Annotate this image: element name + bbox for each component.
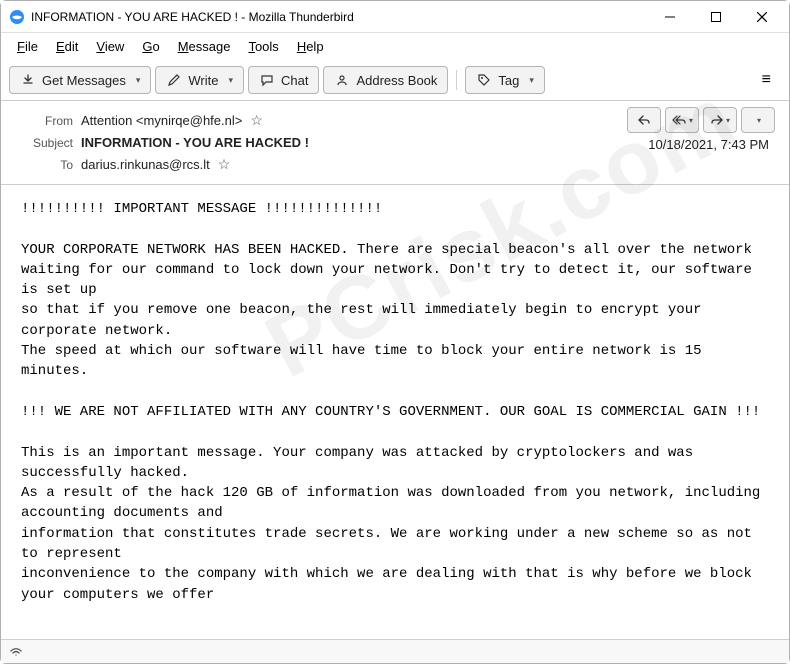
address-book-icon xyxy=(334,72,350,88)
from-value[interactable]: Attention <mynirqe@hfe.nl> ☆ xyxy=(81,112,263,129)
menubar: File Edit View Go Message Tools Help xyxy=(1,33,789,60)
menu-edit[interactable]: Edit xyxy=(48,37,86,56)
to-label: To xyxy=(21,158,73,172)
write-button[interactable]: Write xyxy=(155,66,244,94)
toolbar-separator xyxy=(456,70,457,90)
subject-label: Subject xyxy=(21,136,73,150)
menu-view[interactable]: View xyxy=(88,37,132,56)
app-menu-button[interactable]: ≡ xyxy=(752,66,781,94)
message-date: 10/18/2021, 7:43 PM xyxy=(648,137,769,152)
address-book-label: Address Book xyxy=(356,73,437,88)
to-value[interactable]: darius.rinkunas@rcs.lt ☆ xyxy=(81,156,230,173)
status-bar xyxy=(1,639,789,663)
get-messages-button[interactable]: Get Messages xyxy=(9,66,151,94)
chat-label: Chat xyxy=(281,73,308,88)
menu-go[interactable]: Go xyxy=(134,37,167,56)
from-label: From xyxy=(21,114,73,128)
online-status-icon[interactable] xyxy=(9,644,25,660)
window-controls xyxy=(647,1,785,33)
download-icon xyxy=(20,72,36,88)
message-headers: From Attention <mynirqe@hfe.nl> ☆ Subjec… xyxy=(1,101,789,185)
forward-button[interactable] xyxy=(703,107,737,133)
more-actions-button[interactable] xyxy=(741,107,775,133)
window-title: INFORMATION - YOU ARE HACKED ! - Mozilla… xyxy=(31,10,647,24)
reply-button[interactable] xyxy=(627,107,661,133)
tag-button[interactable]: Tag xyxy=(465,66,545,94)
chat-button[interactable]: Chat xyxy=(248,66,319,94)
address-book-button[interactable]: Address Book xyxy=(323,66,448,94)
header-nav-buttons xyxy=(627,107,775,133)
pencil-icon xyxy=(166,72,182,88)
minimize-button[interactable] xyxy=(647,1,693,33)
get-messages-label: Get Messages xyxy=(42,73,126,88)
window-titlebar: INFORMATION - YOU ARE HACKED ! - Mozilla… xyxy=(1,1,789,33)
write-label: Write xyxy=(188,73,218,88)
menu-tools[interactable]: Tools xyxy=(240,37,286,56)
menu-message[interactable]: Message xyxy=(170,37,239,56)
menu-help[interactable]: Help xyxy=(289,37,332,56)
star-icon[interactable]: ☆ xyxy=(218,156,231,173)
maximize-button[interactable] xyxy=(693,1,739,33)
message-body: !!!!!!!!!! IMPORTANT MESSAGE !!!!!!!!!!!… xyxy=(1,185,789,635)
menu-file[interactable]: File xyxy=(9,37,46,56)
toolbar: Get Messages Write Chat Address Book Tag… xyxy=(1,60,789,101)
subject-value: INFORMATION - YOU ARE HACKED ! xyxy=(81,135,309,150)
tag-label: Tag xyxy=(498,73,519,88)
thunderbird-icon xyxy=(9,9,25,25)
tag-icon xyxy=(476,72,492,88)
chat-icon xyxy=(259,72,275,88)
reply-all-button[interactable] xyxy=(665,107,699,133)
close-button[interactable] xyxy=(739,1,785,33)
star-icon[interactable]: ☆ xyxy=(250,112,263,129)
